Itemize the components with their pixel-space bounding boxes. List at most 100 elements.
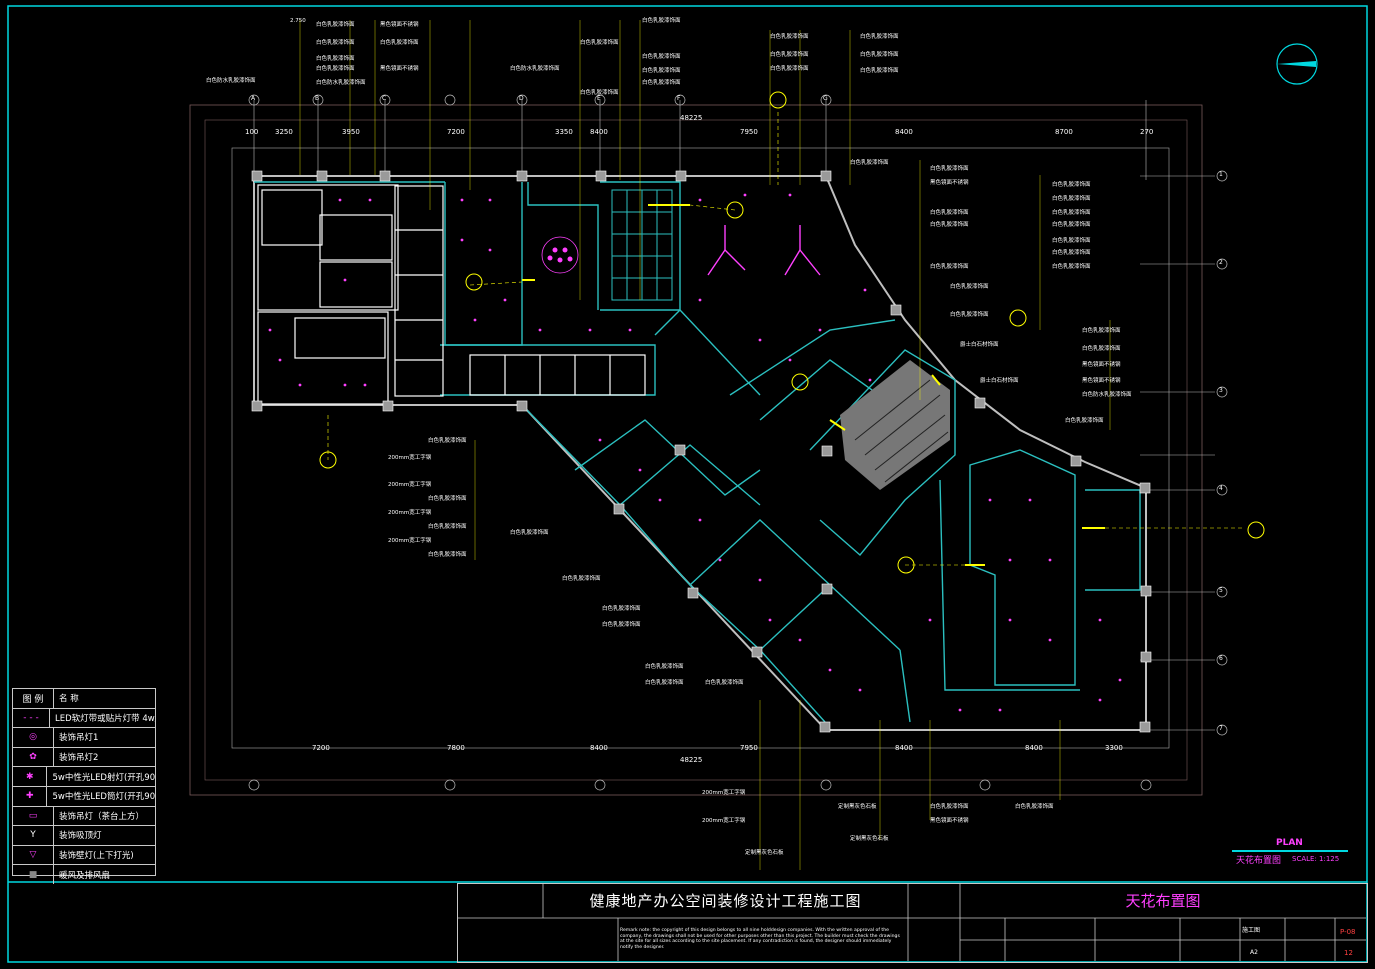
annotation-label: 白色乳胶漆饰面 bbox=[642, 54, 681, 60]
dim-label: 8400 bbox=[590, 744, 608, 752]
annotation-label: 白色乳胶漆饰面 bbox=[602, 606, 641, 612]
annotation-label: 白色乳胶漆饰面 bbox=[850, 160, 889, 166]
dim-label: 7200 bbox=[312, 744, 330, 752]
legend-item: ✿ 装饰吊灯2 bbox=[13, 747, 155, 768]
annotation-label: 白色乳胶漆饰面 bbox=[642, 68, 681, 74]
linear-pendant-icon: ▭ bbox=[13, 806, 54, 826]
room-partitions bbox=[254, 181, 1141, 723]
grid-col-d: D bbox=[519, 95, 524, 102]
annotation-label: 白色乳胶漆饰面 bbox=[1052, 250, 1091, 256]
annotation-label: 200mm宽工字钢 bbox=[702, 818, 746, 824]
downlights bbox=[268, 193, 1122, 712]
legend-item: ▽ 装饰壁灯(上下打光) bbox=[13, 845, 155, 866]
legend-item: ■ 暖风及排风扇 bbox=[13, 865, 155, 884]
annotation-label: 200mm宽工字钢 bbox=[388, 482, 432, 488]
annotation-label: 白色乳胶漆饰面 bbox=[1052, 182, 1091, 188]
dim-label: 3950 bbox=[342, 128, 360, 136]
annotation-label: 白色乳胶漆饰面 bbox=[860, 52, 899, 58]
annotation-label: 白色乳胶漆饰面 bbox=[1065, 418, 1104, 424]
annotation-label: 白色乳胶漆饰面 bbox=[770, 34, 809, 40]
annotation-label: 白色乳胶漆饰面 bbox=[930, 210, 969, 216]
chandelier bbox=[541, 236, 579, 274]
annotation-label: 黑色镜面不锈钢 bbox=[380, 22, 419, 28]
plan-label: PLAN bbox=[1276, 838, 1303, 848]
grid-col-c: C bbox=[382, 95, 387, 102]
dim-label: 8400 bbox=[895, 744, 913, 752]
legend-table: 图 例 名 称 - - - LED软灯带或贴片灯带 4w/米 ◎ 装饰吊灯1 ✿ 装饰… bbox=[12, 688, 156, 884]
annotation-label: 白色乳胶漆饰面 bbox=[380, 40, 419, 46]
annotation-label: 白色乳胶漆饰面 bbox=[1052, 238, 1091, 244]
annotation-label: 白色防水乳胶漆饰面 bbox=[206, 78, 256, 84]
annotation-label: 黑色镜面不锈钢 bbox=[1082, 362, 1121, 368]
legend-item: ◎ 装饰吊灯1 bbox=[13, 728, 155, 748]
dimension-frame-inner bbox=[231, 147, 1170, 749]
annotation-label: 黑色镜面不锈钢 bbox=[930, 818, 969, 824]
annotation-label: 白色防水乳胶漆饰面 bbox=[316, 80, 366, 86]
leader-lines bbox=[299, 20, 1111, 870]
dim-label: 7950 bbox=[740, 128, 758, 136]
annotation-label: 白色乳胶漆饰面 bbox=[860, 68, 899, 74]
legend-item-name: 装饰吊灯1 bbox=[59, 733, 99, 744]
plan-scale: SCALE: 1:125 bbox=[1292, 855, 1340, 863]
annotation-label: 白色乳胶漆饰面 bbox=[1082, 346, 1121, 352]
legend-item-name: 暖风及排风扇 bbox=[59, 870, 111, 881]
grid-row-4: 4 bbox=[1219, 485, 1223, 492]
annotation-label: 200mm宽工字钢 bbox=[388, 538, 432, 544]
ceiling-plan-drawing bbox=[7, 5, 1368, 963]
spotlight-icon: ✱ bbox=[13, 767, 48, 786]
annotation-label: 白色防水乳胶漆饰面 bbox=[1082, 392, 1132, 398]
annotation-label: 黑色镜面不锈钢 bbox=[1082, 378, 1121, 384]
annotation-label: 白色乳胶漆饰面 bbox=[510, 530, 549, 536]
stage-label: 施工图 bbox=[1242, 927, 1261, 934]
annotation-label: 200mm宽工字钢 bbox=[702, 790, 746, 796]
legend-item: ▭ 装饰吊灯（茶台上方） bbox=[13, 806, 155, 827]
grid-col-b: B bbox=[315, 95, 320, 102]
sheet-code: P-08 bbox=[1340, 928, 1356, 936]
annotation-label: 白色乳胶漆饰面 bbox=[642, 80, 681, 86]
annotation-label: 白色乳胶漆饰面 bbox=[428, 496, 467, 502]
annotation-label: 白色乳胶漆饰面 bbox=[930, 166, 969, 172]
legend-item-name: LED软灯带或贴片灯带 4w/米 bbox=[55, 713, 155, 724]
north-arrow-icon bbox=[1276, 43, 1318, 85]
annotation-label: 白色乳胶漆饰面 bbox=[580, 40, 619, 46]
dim-total-top: 48225 bbox=[680, 114, 703, 122]
exhaust-fan-icon: ■ bbox=[13, 865, 54, 884]
annotation-label: 白色乳胶漆饰面 bbox=[930, 804, 969, 810]
legend-item-name: 5w中性光LED筒灯(开孔90mm) bbox=[52, 792, 155, 803]
annotation-label: 白色乳胶漆饰面 bbox=[1052, 264, 1091, 270]
dim-label: 3300 bbox=[1105, 744, 1123, 752]
dim-label: 7800 bbox=[447, 744, 465, 752]
dim-label: 8400 bbox=[895, 128, 913, 136]
annotation-label: 白色乳胶漆饰面 bbox=[770, 52, 809, 58]
left-rooms bbox=[257, 184, 646, 405]
annotation-label: 白色乳胶漆饰面 bbox=[930, 222, 969, 228]
annotation-label: 200mm宽工字钢 bbox=[388, 510, 432, 516]
annotation-label: 白色防水乳胶漆饰面 bbox=[510, 66, 560, 72]
grid-col-g: G bbox=[823, 95, 828, 102]
annotation-label: 2.750 bbox=[290, 18, 306, 24]
grid-col-e: E bbox=[597, 95, 601, 102]
grid-row-1: 1 bbox=[1219, 171, 1223, 178]
led-strip-icon: - - - bbox=[13, 708, 51, 728]
annotation-label: 200mm宽工字钢 bbox=[388, 455, 432, 461]
annotation-label: 白色乳胶漆饰面 bbox=[1052, 196, 1091, 202]
annotation-label: 白色乳胶漆饰面 bbox=[645, 664, 684, 670]
dim-label: 7200 bbox=[447, 128, 465, 136]
dim-label: 270 bbox=[1140, 128, 1154, 136]
grid-ceiling bbox=[611, 189, 673, 301]
annotation-label: 白色乳胶漆饰面 bbox=[1052, 210, 1091, 216]
plan-subtitle: 天花布置图 bbox=[1236, 856, 1282, 866]
legend-item: ✱ 5w中性光LED射灯(开孔90mm) bbox=[13, 767, 155, 787]
dim-label: 100 bbox=[245, 128, 259, 136]
annotation-label: 白色乳胶漆饰面 bbox=[316, 56, 355, 62]
annotation-label: 白色乳胶漆饰面 bbox=[1015, 804, 1054, 810]
dim-label: 3350 bbox=[555, 128, 573, 136]
legend-item: Y 装饰吸顶灯 bbox=[13, 826, 155, 846]
dim-total-bottom: 48225 bbox=[680, 756, 703, 764]
legend-item-name: 装饰吊灯（茶台上方） bbox=[59, 811, 145, 822]
project-name: 健康地产办公空间装修设计工程施工图 bbox=[589, 891, 862, 910]
annotation-label: 白色乳胶漆饰面 bbox=[316, 66, 355, 72]
legend-item-name: 5w中性光LED射灯(开孔90mm) bbox=[52, 772, 155, 783]
grid-row-7: 7 bbox=[1219, 725, 1223, 732]
annotation-label: 定制黑灰色石板 bbox=[838, 804, 877, 810]
